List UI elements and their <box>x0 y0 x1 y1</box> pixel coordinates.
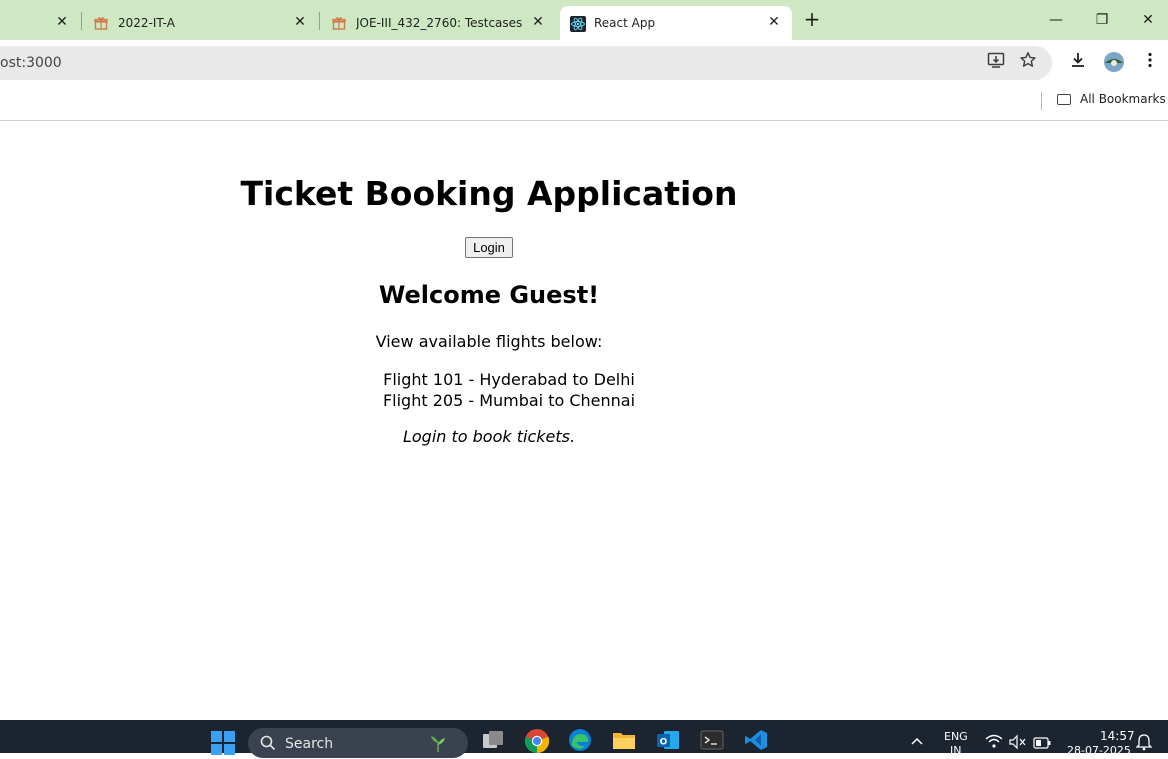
bookmarks-divider <box>1041 92 1042 110</box>
tab-label: React App <box>594 16 656 30</box>
taskbar: Search O ENG IN 14:57 28-07-2025 <box>0 720 1168 758</box>
download-icon[interactable] <box>1066 51 1090 75</box>
battery-icon[interactable] <box>1033 735 1051 759</box>
tab-2022-it-a[interactable]: 2022-IT-A ✕ <box>82 6 318 40</box>
all-bookmarks-label: All Bookmarks <box>1080 92 1166 106</box>
language-indicator[interactable]: ENG <box>944 730 968 743</box>
notification-icon[interactable] <box>1135 733 1153 757</box>
vscode-icon[interactable] <box>744 728 768 752</box>
folder-icon <box>1057 93 1071 105</box>
tab-joe-testcases[interactable]: JOE-III_432_2760: Testcases of E ✕ <box>320 6 556 40</box>
more-menu-icon[interactable] <box>1138 51 1162 75</box>
close-icon[interactable]: ✕ <box>530 14 546 30</box>
window-close-button[interactable]: ✕ <box>1125 6 1168 34</box>
flight-item: Flight 205 - Mumbai to Chennai <box>382 391 636 410</box>
clock-time[interactable]: 14:57 <box>1100 729 1135 743</box>
tab-label: JOE-III_432_2760: Testcases of E <box>356 16 524 30</box>
welcome-heading: Welcome Guest! <box>378 281 600 309</box>
edge-icon[interactable] <box>568 728 592 752</box>
close-icon[interactable]: ✕ <box>292 14 308 30</box>
taskbar-search[interactable]: Search <box>248 728 468 758</box>
bookmark-star-icon[interactable] <box>1016 51 1040 75</box>
login-hint-text: Login to book tickets. <box>402 427 576 446</box>
install-app-icon[interactable] <box>984 51 1008 75</box>
bookmarks-bar: All Bookmarks <box>0 86 1168 121</box>
gift-icon <box>332 16 346 30</box>
windows-start-icon[interactable] <box>211 731 235 755</box>
flights-intro-text: View available flights below: <box>375 332 603 351</box>
close-icon[interactable]: ✕ <box>54 14 70 30</box>
new-tab-button[interactable]: + <box>800 8 824 32</box>
task-view-icon[interactable] <box>481 728 505 752</box>
chrome-icon[interactable] <box>524 728 550 754</box>
profile-avatar-icon[interactable] <box>1102 51 1126 75</box>
tab-strip: ✕ 2022-IT-A ✕ JOE-III_432_2760: Testcase… <box>0 0 1168 40</box>
tab-react-app[interactable]: React App ✕ <box>560 6 792 40</box>
restore-button[interactable]: ❐ <box>1079 6 1125 34</box>
address-bar[interactable]: ost:3000 <box>0 46 1052 80</box>
svg-text:O: O <box>660 738 668 748</box>
search-icon <box>260 735 276 755</box>
tab-label: 2022-IT-A <box>118 16 175 30</box>
tab-partial[interactable]: ✕ <box>0 6 80 40</box>
file-explorer-icon[interactable] <box>612 728 636 752</box>
browser-toolbar: ost:3000 <box>0 40 1168 86</box>
plant-icon <box>428 733 448 757</box>
page-content: Ticket Booking Application Login Welcome… <box>0 121 1168 720</box>
flights-list: Flight 101 - Hyderabad to Delhi Flight 2… <box>0 369 1018 411</box>
outlook-icon[interactable]: O <box>656 728 680 752</box>
wifi-icon[interactable] <box>985 734 1003 758</box>
clock-date[interactable]: 28-07-2025 <box>1067 744 1131 757</box>
minimize-button[interactable]: — <box>1033 6 1079 34</box>
all-bookmarks-button[interactable]: All Bookmarks <box>1057 92 1166 106</box>
flight-item: Flight 101 - Hyderabad to Delhi <box>383 370 635 389</box>
chevron-up-icon[interactable] <box>910 734 924 758</box>
language-region: IN <box>950 744 962 757</box>
login-button[interactable]: Login <box>465 237 513 258</box>
close-icon[interactable]: ✕ <box>766 14 782 30</box>
search-placeholder: Search <box>285 736 334 752</box>
gift-icon <box>94 16 108 30</box>
react-icon <box>570 16 586 32</box>
page-title: Ticket Booking Application <box>240 174 738 213</box>
terminal-icon[interactable] <box>700 728 724 752</box>
mute-icon[interactable] <box>1009 734 1027 758</box>
url-text[interactable]: ost:3000 <box>0 55 62 71</box>
